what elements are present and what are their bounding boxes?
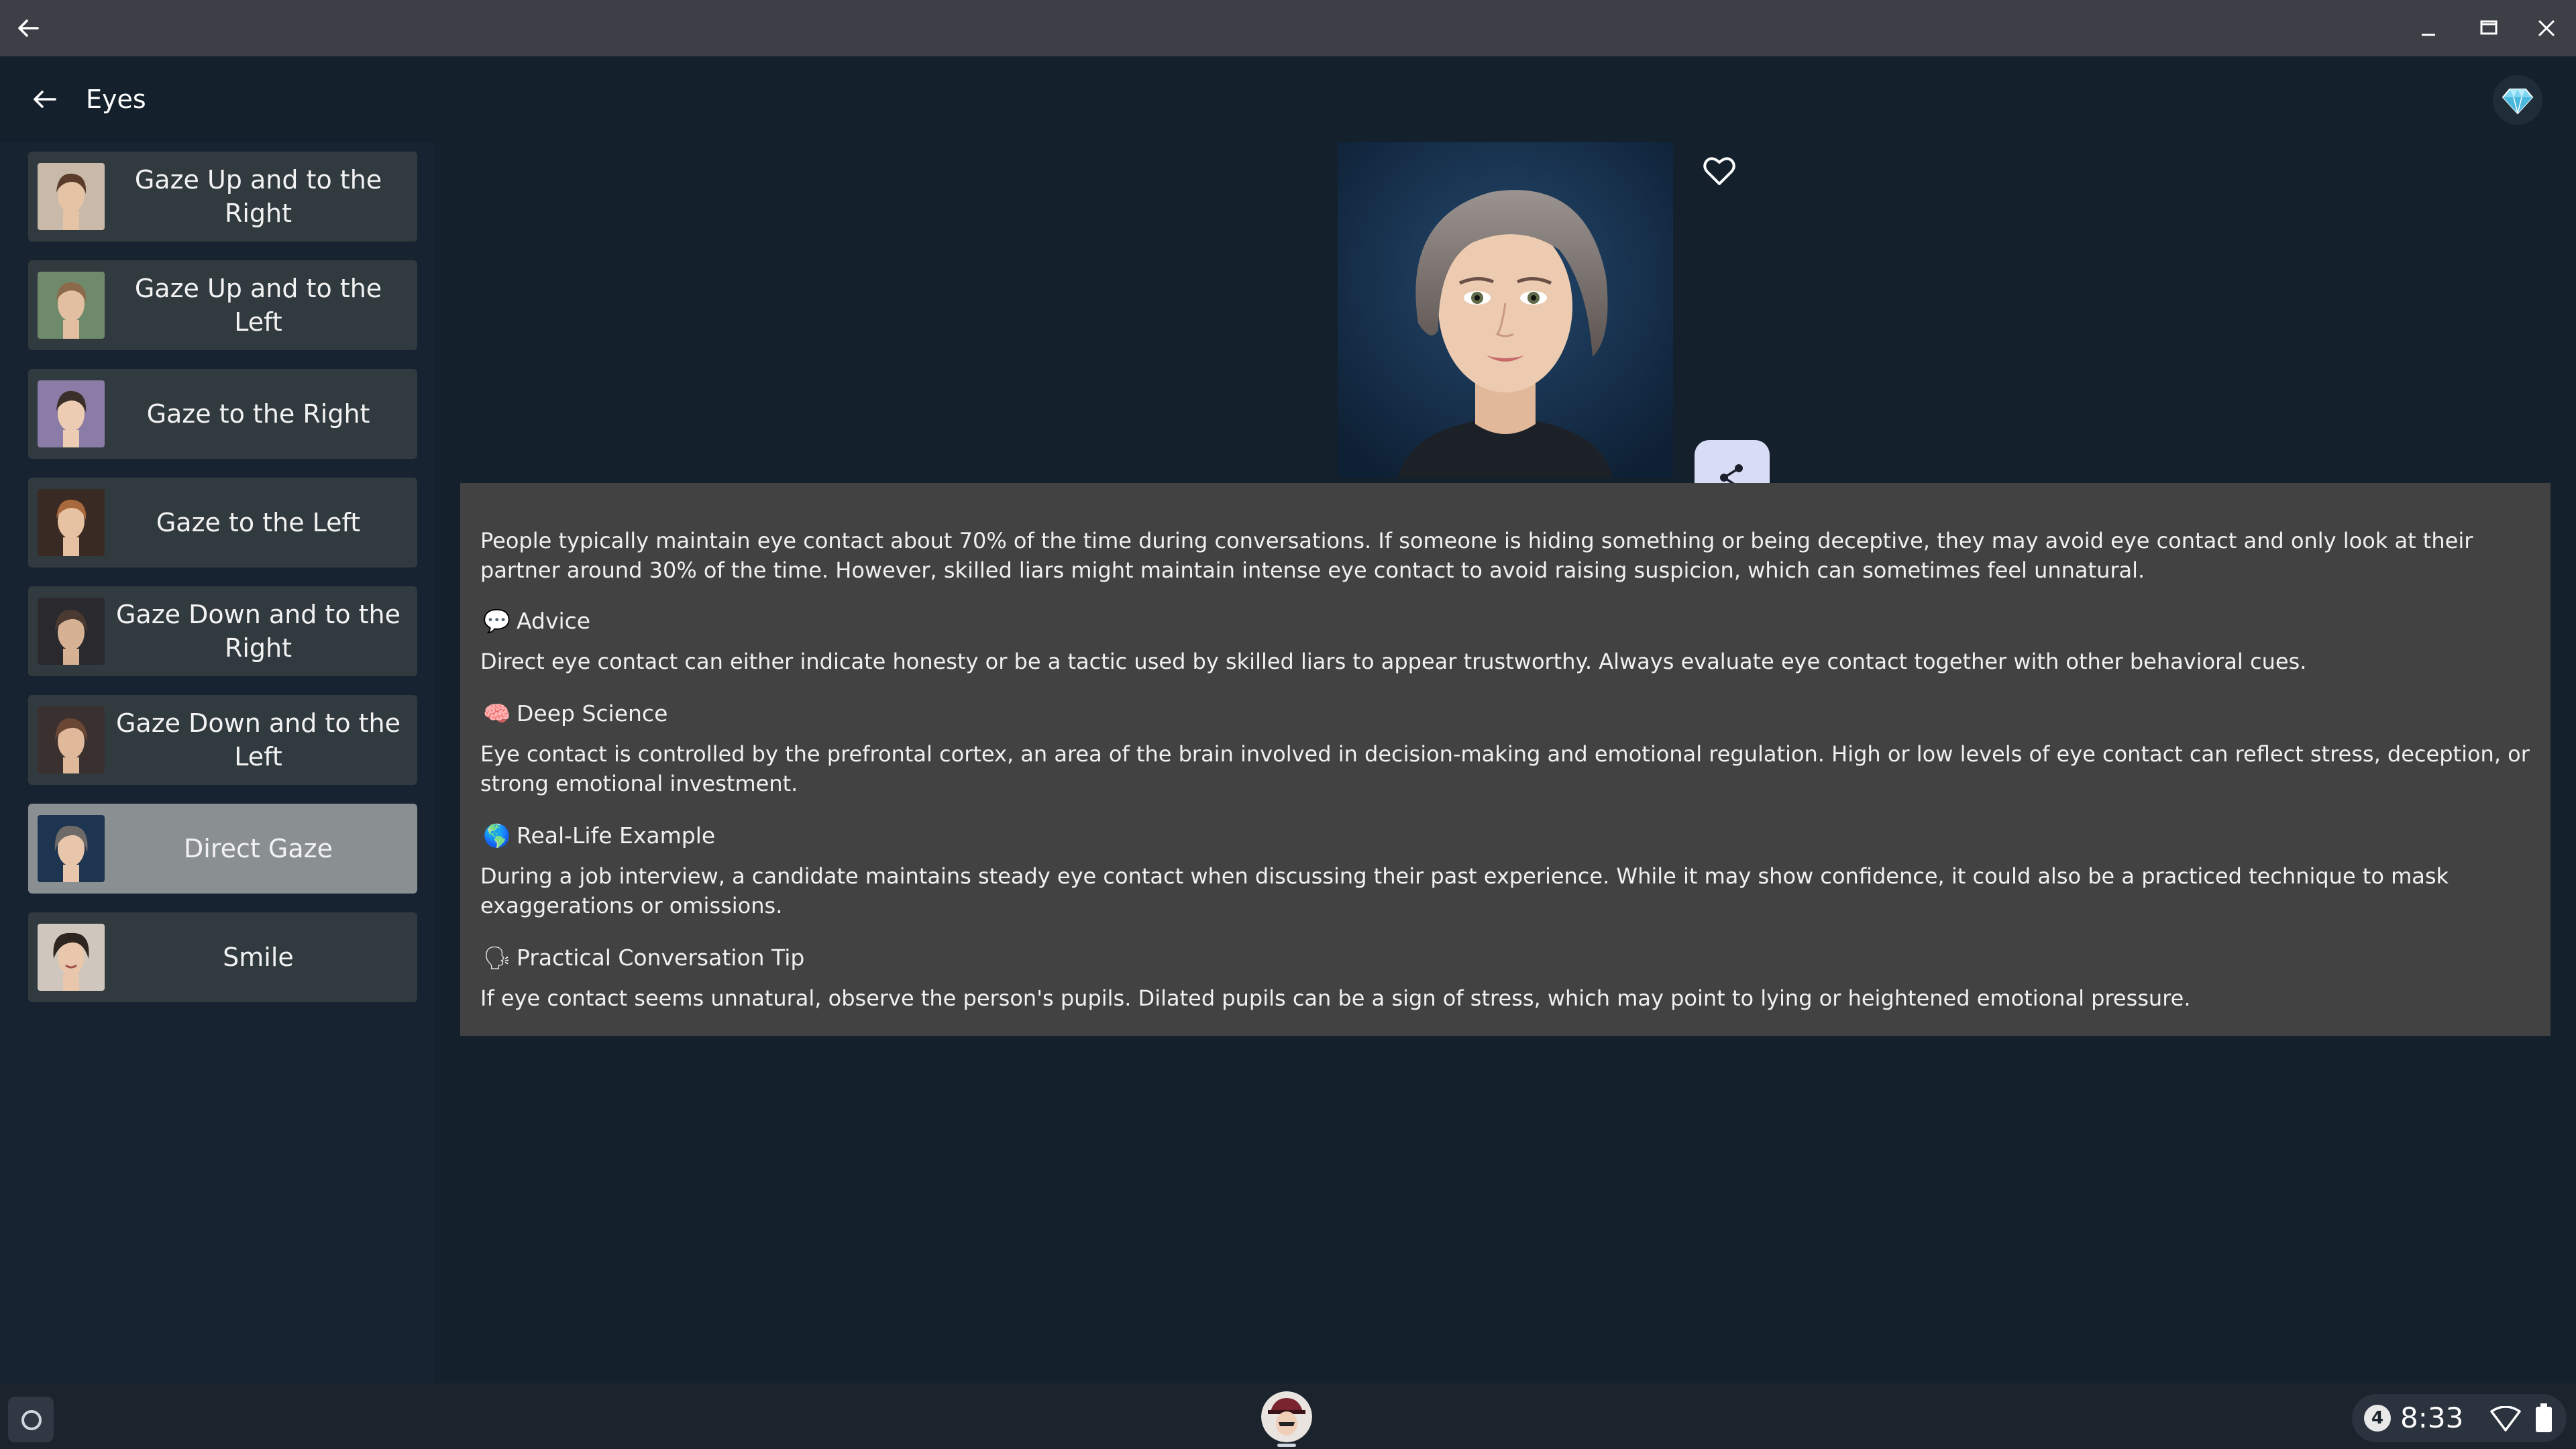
clock: 8:33 [2400, 1401, 2464, 1434]
pinned-app-icon[interactable] [1261, 1391, 1312, 1442]
section-title: Practical Conversation Tip [517, 945, 805, 971]
sidebar-item-label: Direct Gaze [184, 834, 333, 863]
sidebar-item-gaze-down-left[interactable]: Gaze Down and to the Left [28, 695, 417, 785]
sidebar: Gaze Up and to the Right Gaze Up and to … [0, 142, 435, 1383]
premium-button[interactable] [2493, 75, 2542, 125]
portrait-thumbnail [38, 272, 105, 339]
sidebar-item-label: Gaze Down and to the Right [115, 600, 401, 663]
close-icon[interactable] [2533, 15, 2560, 42]
section-body: If eye contact seems unnatural, observe … [480, 985, 2191, 1011]
window-back-icon[interactable] [15, 15, 42, 42]
section-heading: 🧠 Deep Science [483, 699, 667, 729]
app-bar: Eyes [0, 56, 2576, 142]
speech-bubble-icon: 💬 [483, 608, 511, 634]
window-titlebar [0, 0, 2576, 56]
system-shelf: 4 8:33 [0, 1383, 2576, 1449]
portrait-thumbnail [38, 163, 105, 230]
expression-portrait [1338, 142, 1673, 478]
portrait-thumbnail [38, 706, 105, 773]
notification-badge: 4 [2364, 1405, 2391, 1432]
section-heading: 💬 Advice [483, 606, 590, 636]
sidebar-item-label: Gaze Up and to the Right [134, 165, 382, 228]
sidebar-item-label: Gaze to the Left [156, 508, 361, 537]
section-title: Advice [517, 608, 591, 634]
section-heading: 🌎 Real-Life Example [483, 821, 715, 851]
sidebar-item-label: Smile [223, 943, 294, 972]
sidebar-item-gaze-up-left[interactable]: Gaze Up and to the Left [28, 260, 417, 350]
section-title: Deep Science [517, 700, 668, 727]
minimize-icon[interactable] [2415, 15, 2442, 42]
running-indicator [1277, 1444, 1296, 1447]
section-heading: 🗣 Practical Conversation Tip [483, 943, 804, 973]
intro-text: People typically maintain eye contact ab… [480, 528, 2473, 583]
battery-icon [2536, 1403, 2552, 1432]
launcher-button[interactable] [8, 1397, 54, 1442]
section-body: During a job interview, a candidate main… [480, 863, 2449, 918]
sidebar-item-gaze-right[interactable]: Gaze to the Right [28, 369, 417, 459]
sidebar-item-gaze-up-right[interactable]: Gaze Up and to the Right [28, 152, 417, 241]
sidebar-item-direct-gaze[interactable]: Direct Gaze [28, 804, 417, 894]
maximize-icon[interactable] [2475, 15, 2502, 42]
back-arrow-icon[interactable] [30, 85, 59, 114]
diamond-icon [2502, 89, 2534, 115]
status-tray[interactable]: 4 8:33 [2352, 1394, 2567, 1442]
description-panel: People typically maintain eye contact ab… [460, 483, 2551, 1036]
wifi-icon [2490, 1406, 2521, 1432]
portrait-thumbnail [38, 380, 105, 447]
portrait-thumbnail [38, 815, 105, 882]
sidebar-item-smile[interactable]: Smile [28, 912, 417, 1002]
sidebar-item-label: Gaze Up and to the Left [134, 274, 382, 337]
portrait-thumbnail [38, 598, 105, 665]
sidebar-item-gaze-down-right[interactable]: Gaze Down and to the Right [28, 586, 417, 676]
sidebar-item-gaze-left[interactable]: Gaze to the Left [28, 478, 417, 568]
page-title: Eyes [86, 85, 146, 114]
section-body: Eye contact is controlled by the prefron… [480, 741, 2530, 796]
speaking-head-icon: 🗣 [483, 945, 511, 971]
sidebar-item-label: Gaze to the Right [146, 399, 370, 429]
sidebar-item-label: Gaze Down and to the Left [115, 708, 401, 771]
brain-icon: 🧠 [483, 700, 511, 727]
globe-icon: 🌎 [483, 822, 511, 849]
portrait-thumbnail [38, 489, 105, 556]
section-body: Direct eye contact can either indicate h… [480, 649, 2307, 674]
favorite-heart-icon[interactable] [1701, 153, 1737, 189]
section-title: Real-Life Example [517, 822, 716, 849]
portrait-thumbnail [38, 924, 105, 991]
